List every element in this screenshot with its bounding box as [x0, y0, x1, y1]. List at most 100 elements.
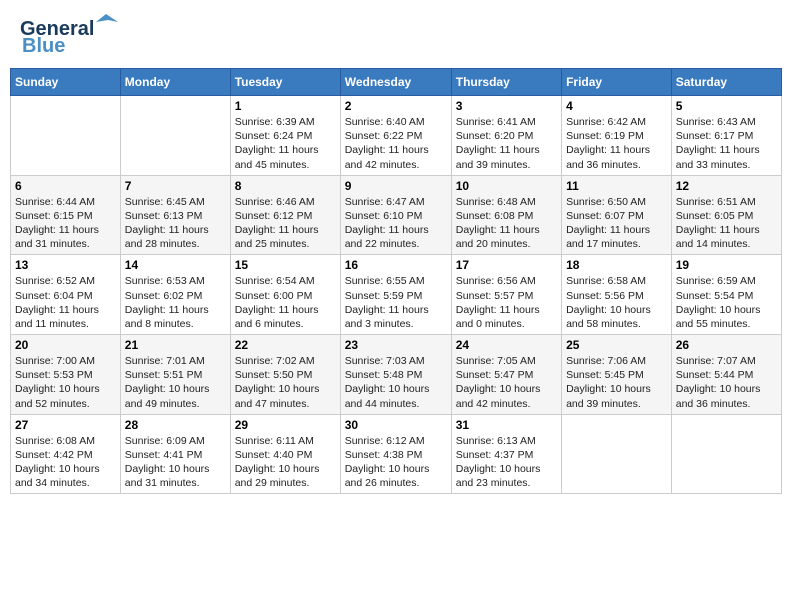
day-number: 5	[676, 99, 777, 113]
calendar-cell: 30 Sunrise: 6:12 AM Sunset: 4:38 PM Dayli…	[340, 414, 451, 494]
day-content: Sunrise: 6:59 AM Sunset: 5:54 PM Dayligh…	[676, 274, 777, 331]
day-content: Sunrise: 7:00 AM Sunset: 5:53 PM Dayligh…	[15, 354, 116, 411]
calendar-cell: 6Sunrise: 6:44 AM Sunset: 6:15 PM Daylig…	[11, 175, 121, 255]
calendar-cell: 31Sunrise: 6:13 AM Sunset: 4:37 PM Dayli…	[451, 414, 561, 494]
day-number: 23	[345, 338, 447, 352]
day-number: 25	[566, 338, 667, 352]
day-content: Sunrise: 6:48 AM Sunset: 6:08 PM Dayligh…	[456, 195, 557, 252]
calendar-cell: 1 Sunrise: 6:39 AM Sunset: 6:24 PM Daylig…	[230, 96, 340, 176]
day-number: 9	[345, 179, 447, 193]
day-number: 17	[456, 258, 557, 272]
calendar-cell: 25 Sunrise: 7:06 AM Sunset: 5:45 PM Dayli…	[562, 335, 672, 415]
day-number: 13	[15, 258, 116, 272]
calendar-cell: 23 Sunrise: 7:03 AM Sunset: 5:48 PM Dayli…	[340, 335, 451, 415]
day-number: 31	[456, 418, 557, 432]
day-number: 27	[15, 418, 116, 432]
calendar-cell: 17 Sunrise: 6:56 AM Sunset: 5:57 PM Dayli…	[451, 255, 561, 335]
calendar-week-3: 13 Sunrise: 6:52 AM Sunset: 6:04 PM Dayli…	[11, 255, 782, 335]
calendar-cell	[562, 414, 672, 494]
day-number: 24	[456, 338, 557, 352]
day-content: Sunrise: 6:56 AM Sunset: 5:57 PM Dayligh…	[456, 274, 557, 331]
day-content: Sunrise: 7:03 AM Sunset: 5:48 PM Dayligh…	[345, 354, 447, 411]
day-number: 6	[15, 179, 116, 193]
day-number: 28	[125, 418, 226, 432]
day-number: 21	[125, 338, 226, 352]
calendar-cell: 9 Sunrise: 6:47 AM Sunset: 6:10 PM Daylig…	[340, 175, 451, 255]
day-content: Sunrise: 7:05 AM Sunset: 5:47 PM Dayligh…	[456, 354, 557, 411]
calendar-cell: 7Sunrise: 6:45 AM Sunset: 6:13 PM Daylig…	[120, 175, 230, 255]
calendar-cell: 22 Sunrise: 7:02 AM Sunset: 5:50 PM Dayli…	[230, 335, 340, 415]
calendar-cell: 21 Sunrise: 7:01 AM Sunset: 5:51 PM Dayli…	[120, 335, 230, 415]
calendar-cell	[11, 96, 121, 176]
calendar-cell: 15 Sunrise: 6:54 AM Sunset: 6:00 PM Dayli…	[230, 255, 340, 335]
calendar-week-1: 1 Sunrise: 6:39 AM Sunset: 6:24 PM Daylig…	[11, 96, 782, 176]
day-content: Sunrise: 7:02 AM Sunset: 5:50 PM Dayligh…	[235, 354, 336, 411]
calendar-cell	[671, 414, 781, 494]
day-number: 3	[456, 99, 557, 113]
calendar-cell: 3 Sunrise: 6:41 AM Sunset: 6:20 PM Daylig…	[451, 96, 561, 176]
logo-blue: Blue	[22, 35, 65, 58]
day-number: 16	[345, 258, 447, 272]
calendar-cell: 8Sunrise: 6:46 AM Sunset: 6:12 PM Daylig…	[230, 175, 340, 255]
day-content: Sunrise: 7:06 AM Sunset: 5:45 PM Dayligh…	[566, 354, 667, 411]
calendar-cell: 29 Sunrise: 6:11 AM Sunset: 4:40 PM Dayli…	[230, 414, 340, 494]
day-content: Sunrise: 6:09 AM Sunset: 4:41 PM Dayligh…	[125, 434, 226, 491]
day-number: 22	[235, 338, 336, 352]
calendar-cell: 11Sunrise: 6:50 AM Sunset: 6:07 PM Dayli…	[562, 175, 672, 255]
day-number: 29	[235, 418, 336, 432]
day-number: 20	[15, 338, 116, 352]
calendar-cell: 12 Sunrise: 6:51 AM Sunset: 6:05 PM Dayli…	[671, 175, 781, 255]
calendar-week-5: 27Sunrise: 6:08 AM Sunset: 4:42 PM Dayli…	[11, 414, 782, 494]
day-number: 19	[676, 258, 777, 272]
day-number: 1	[235, 99, 336, 113]
day-number: 10	[456, 179, 557, 193]
day-number: 11	[566, 179, 667, 193]
calendar-week-2: 6Sunrise: 6:44 AM Sunset: 6:15 PM Daylig…	[11, 175, 782, 255]
calendar-week-4: 20 Sunrise: 7:00 AM Sunset: 5:53 PM Dayli…	[11, 335, 782, 415]
day-content: Sunrise: 6:55 AM Sunset: 5:59 PM Dayligh…	[345, 274, 447, 331]
day-content: Sunrise: 6:43 AM Sunset: 6:17 PM Dayligh…	[676, 115, 777, 172]
day-number: 30	[345, 418, 447, 432]
day-content: Sunrise: 6:51 AM Sunset: 6:05 PM Dayligh…	[676, 195, 777, 252]
day-content: Sunrise: 6:40 AM Sunset: 6:22 PM Dayligh…	[345, 115, 447, 172]
calendar-cell: 16 Sunrise: 6:55 AM Sunset: 5:59 PM Dayli…	[340, 255, 451, 335]
day-number: 14	[125, 258, 226, 272]
day-content: Sunrise: 6:11 AM Sunset: 4:40 PM Dayligh…	[235, 434, 336, 491]
day-content: Sunrise: 6:53 AM Sunset: 6:02 PM Dayligh…	[125, 274, 226, 331]
day-content: Sunrise: 6:39 AM Sunset: 6:24 PM Dayligh…	[235, 115, 336, 172]
day-content: Sunrise: 7:01 AM Sunset: 5:51 PM Dayligh…	[125, 354, 226, 411]
day-content: Sunrise: 6:41 AM Sunset: 6:20 PM Dayligh…	[456, 115, 557, 172]
day-header-tuesday: Tuesday	[230, 69, 340, 96]
calendar-cell	[120, 96, 230, 176]
calendar-header-row: SundayMondayTuesdayWednesdayThursdayFrid…	[11, 69, 782, 96]
calendar-cell: 13 Sunrise: 6:52 AM Sunset: 6:04 PM Dayli…	[11, 255, 121, 335]
day-content: Sunrise: 6:58 AM Sunset: 5:56 PM Dayligh…	[566, 274, 667, 331]
calendar-cell: 27Sunrise: 6:08 AM Sunset: 4:42 PM Dayli…	[11, 414, 121, 494]
calendar-cell: 14 Sunrise: 6:53 AM Sunset: 6:02 PM Dayli…	[120, 255, 230, 335]
day-header-wednesday: Wednesday	[340, 69, 451, 96]
day-number: 4	[566, 99, 667, 113]
day-content: Sunrise: 6:54 AM Sunset: 6:00 PM Dayligh…	[235, 274, 336, 331]
day-number: 2	[345, 99, 447, 113]
calendar-cell: 26Sunrise: 7:07 AM Sunset: 5:44 PM Dayli…	[671, 335, 781, 415]
calendar-table: SundayMondayTuesdayWednesdayThursdayFrid…	[10, 68, 782, 494]
calendar-cell: 28 Sunrise: 6:09 AM Sunset: 4:41 PM Dayli…	[120, 414, 230, 494]
day-content: Sunrise: 6:46 AM Sunset: 6:12 PM Dayligh…	[235, 195, 336, 252]
calendar-cell: 2 Sunrise: 6:40 AM Sunset: 6:22 PM Daylig…	[340, 96, 451, 176]
calendar-cell: 24 Sunrise: 7:05 AM Sunset: 5:47 PM Dayli…	[451, 335, 561, 415]
day-content: Sunrise: 6:42 AM Sunset: 6:19 PM Dayligh…	[566, 115, 667, 172]
day-number: 12	[676, 179, 777, 193]
day-header-monday: Monday	[120, 69, 230, 96]
day-content: Sunrise: 6:12 AM Sunset: 4:38 PM Dayligh…	[345, 434, 447, 491]
day-content: Sunrise: 6:47 AM Sunset: 6:10 PM Dayligh…	[345, 195, 447, 252]
day-content: Sunrise: 6:45 AM Sunset: 6:13 PM Dayligh…	[125, 195, 226, 252]
day-header-sunday: Sunday	[11, 69, 121, 96]
day-number: 15	[235, 258, 336, 272]
day-content: Sunrise: 7:07 AM Sunset: 5:44 PM Dayligh…	[676, 354, 777, 411]
calendar-cell: 19 Sunrise: 6:59 AM Sunset: 5:54 PM Dayli…	[671, 255, 781, 335]
calendar-cell: 10 Sunrise: 6:48 AM Sunset: 6:08 PM Dayli…	[451, 175, 561, 255]
day-number: 18	[566, 258, 667, 272]
calendar-cell: 4 Sunrise: 6:42 AM Sunset: 6:19 PM Daylig…	[562, 96, 672, 176]
logo-bird-icon	[96, 14, 118, 30]
day-content: Sunrise: 6:52 AM Sunset: 6:04 PM Dayligh…	[15, 274, 116, 331]
